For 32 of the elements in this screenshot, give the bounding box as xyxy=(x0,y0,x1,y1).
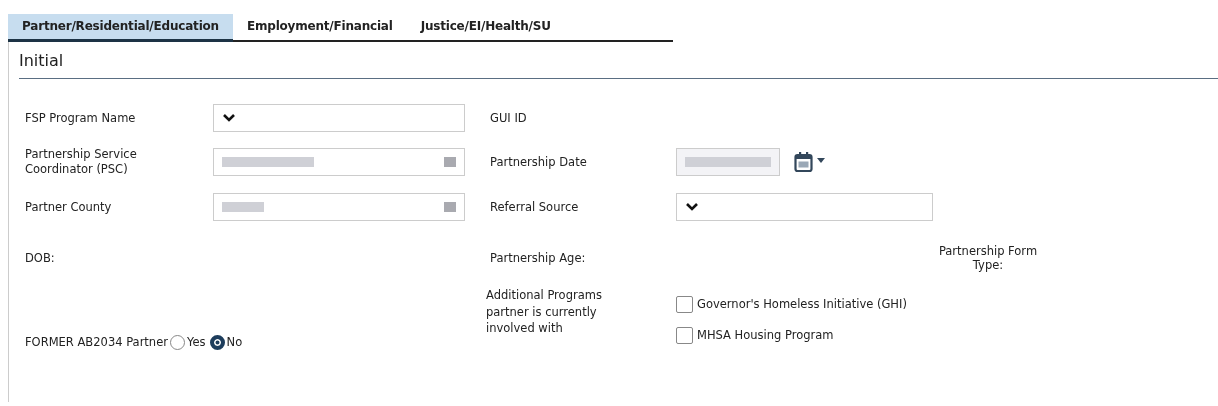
chevron-down-icon xyxy=(222,113,236,123)
redacted-icon xyxy=(444,157,456,167)
referral-source-dropdown[interactable] xyxy=(676,193,933,221)
redacted-value xyxy=(222,202,264,212)
field-label: FSP Program Name xyxy=(25,111,137,125)
date-field[interactable] xyxy=(676,148,780,176)
field-label: GUI ID xyxy=(490,111,528,125)
county-field[interactable] xyxy=(213,193,465,221)
checkbox[interactable] xyxy=(676,326,693,344)
field-label: Partnership Date xyxy=(490,155,588,169)
radio-label: No xyxy=(226,335,243,349)
tab[interactable]: Partner/Residential/Education xyxy=(8,14,233,42)
field-label: Partnership Form Type: xyxy=(937,244,1039,272)
field-label: Partner County xyxy=(25,200,113,214)
tab[interactable]: Justice/EI/Health/SU xyxy=(406,14,565,40)
program-name-dropdown[interactable] xyxy=(213,104,465,132)
checkbox-label: Governor's Homeless Initiative (GHI) xyxy=(697,297,907,312)
checkbox-label: MHSA Housing Program xyxy=(697,328,834,342)
section-title: Initial xyxy=(19,42,1218,79)
field-label: Referral Source xyxy=(490,200,580,214)
redacted-icon xyxy=(444,202,456,212)
field-label: Additional Programs partner is currently involved with xyxy=(486,287,603,337)
chevron-down-icon xyxy=(685,202,699,212)
field-label: Partnership Age: xyxy=(490,251,587,265)
field-label: Partnership Service Coordinator (PSC) xyxy=(25,147,138,177)
radio-label: Yes xyxy=(186,335,206,349)
field-label: FORMER AB2034 Partner xyxy=(25,335,168,349)
checkbox[interactable] xyxy=(676,296,693,313)
coordinator-field[interactable] xyxy=(213,148,465,176)
field-label: DOB: xyxy=(25,251,56,265)
tab[interactable]: Employment/Financial xyxy=(232,14,407,40)
radio-button[interactable] xyxy=(209,334,225,350)
